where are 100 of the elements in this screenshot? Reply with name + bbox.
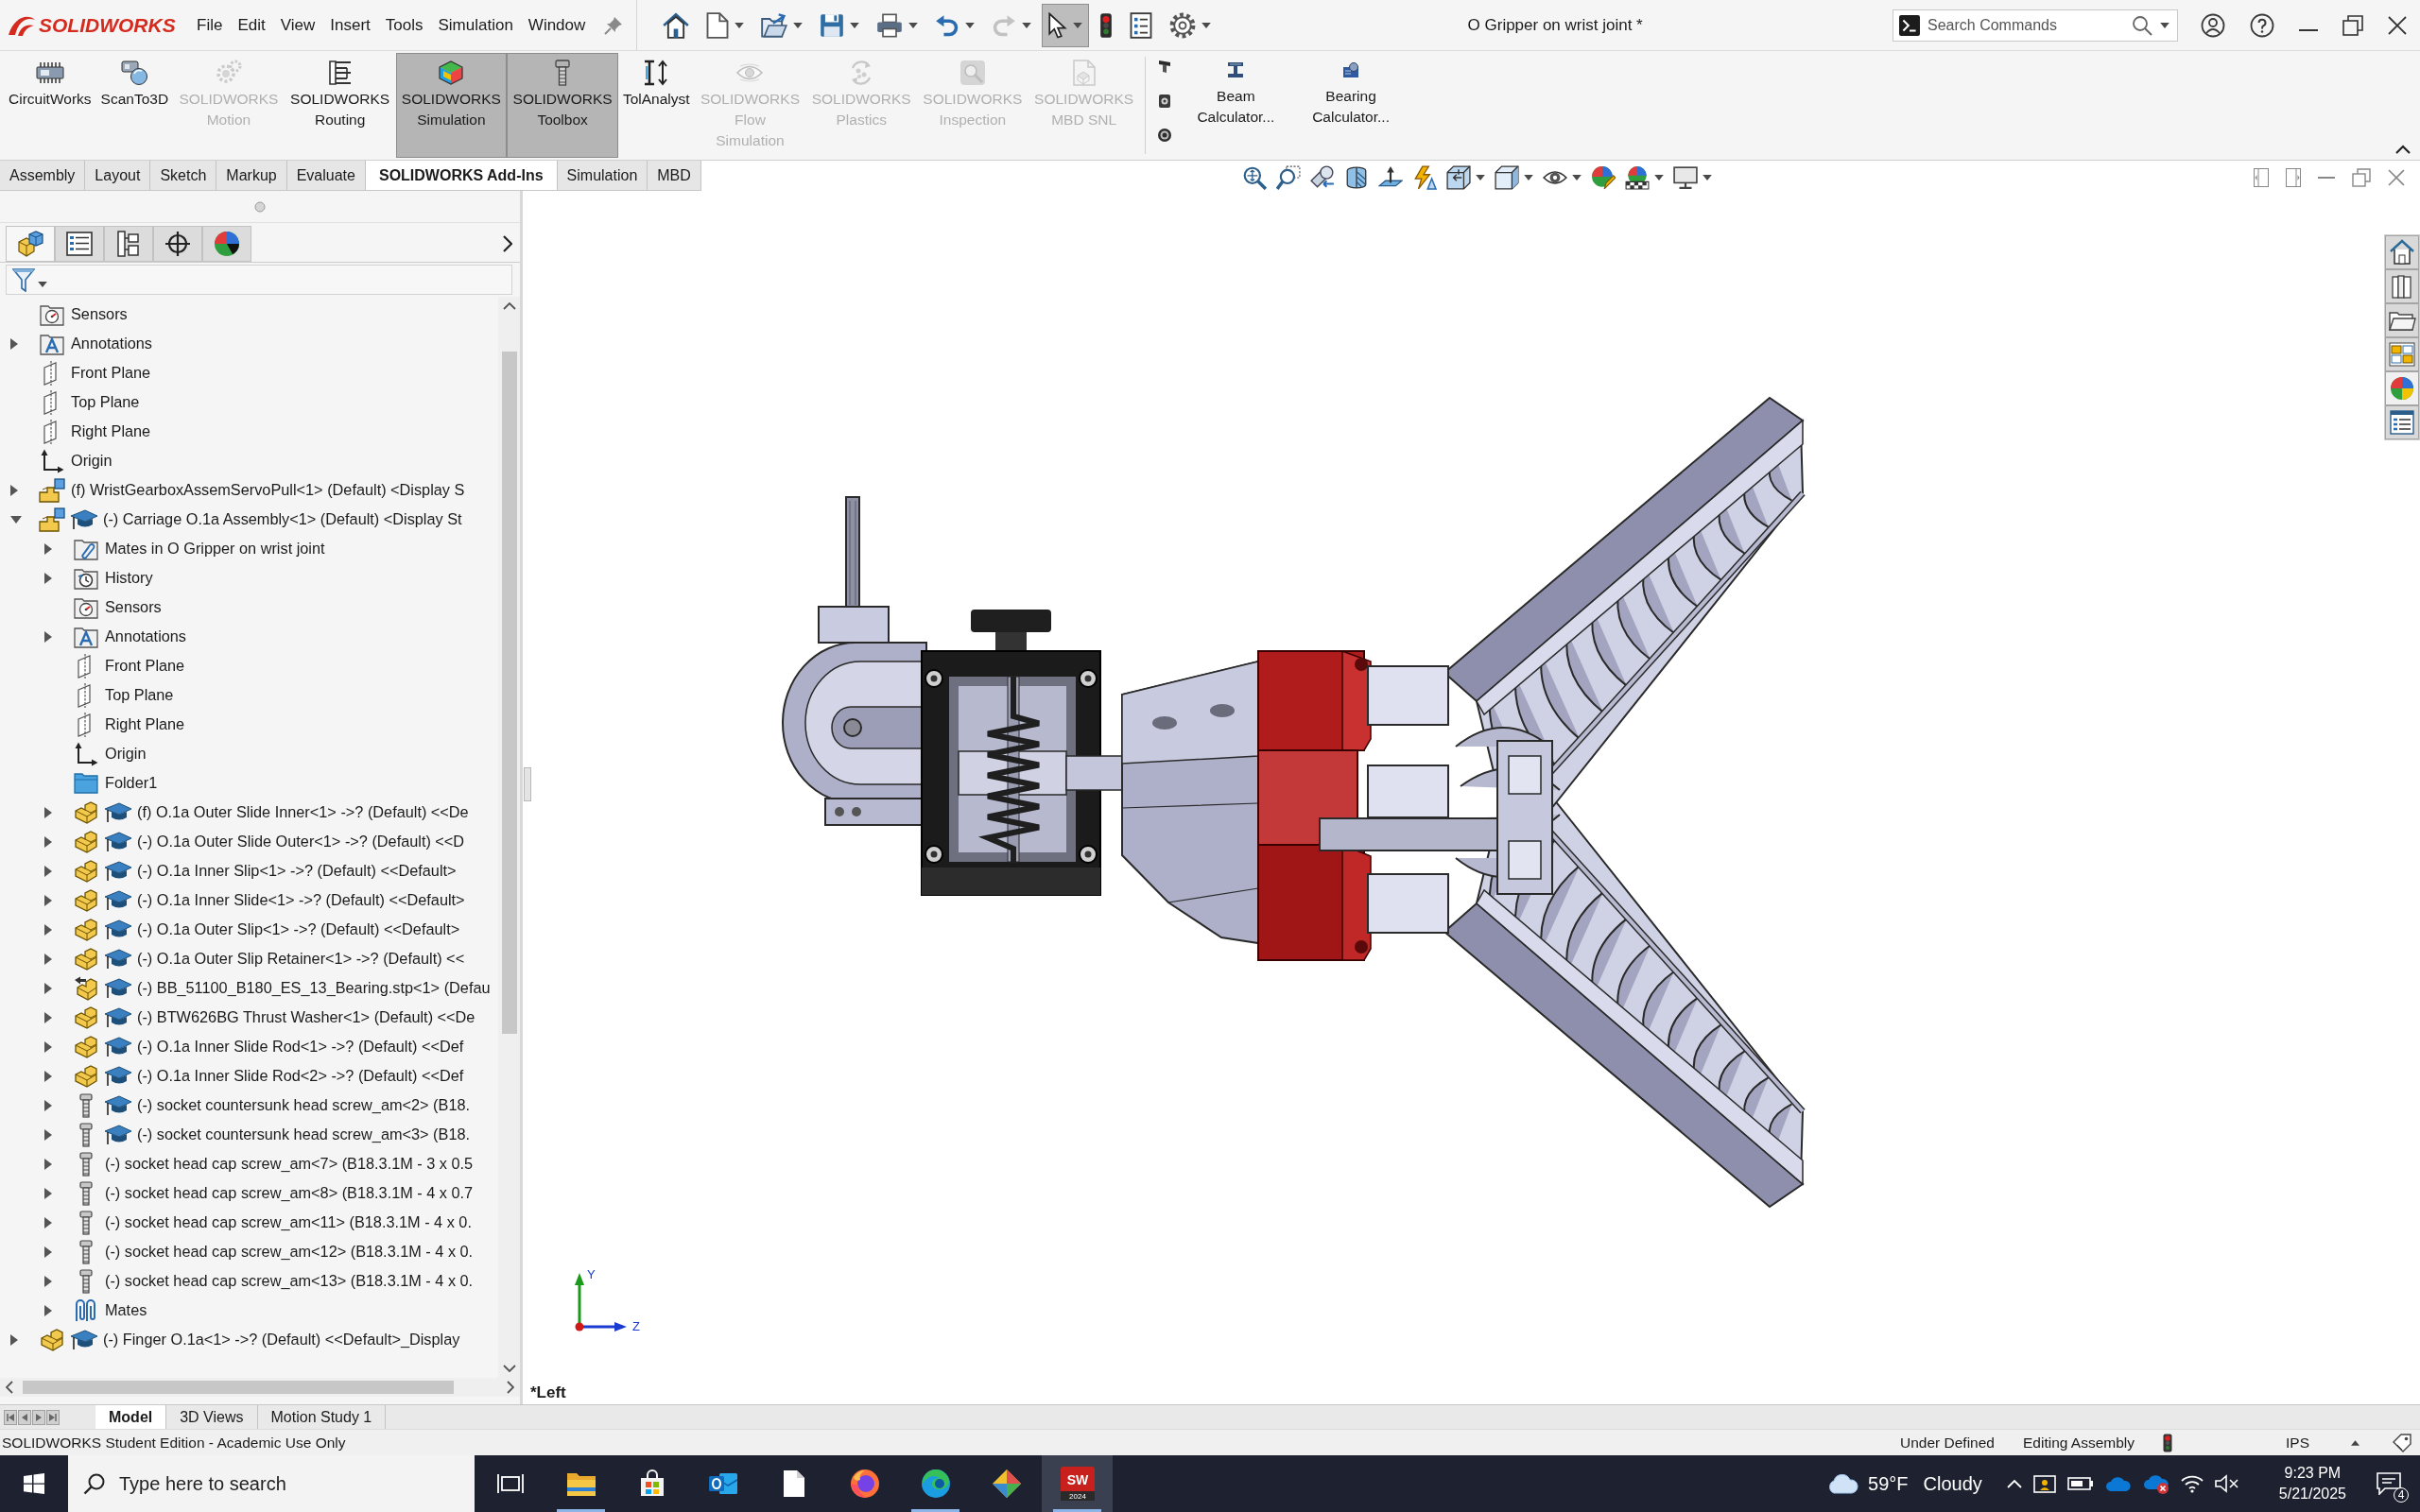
expand-arrow-icon[interactable] [44, 1216, 52, 1228]
add-in-button[interactable]: SOLIDWORKS Routing [284, 53, 396, 158]
expand-arrow-icon[interactable] [44, 806, 52, 818]
help-icon[interactable] [2250, 12, 2274, 38]
wifi-icon[interactable] [2180, 1474, 2204, 1493]
display-cube-icon[interactable] [1495, 165, 1520, 190]
toolbar-button[interactable] [1042, 3, 1090, 47]
search-input[interactable]: Type here to search [119, 1470, 475, 1497]
expand-arrow-icon[interactable] [44, 630, 52, 643]
expand-arrow-icon[interactable] [44, 1099, 52, 1111]
menu-item[interactable]: Insert [322, 10, 378, 40]
ring-icon[interactable] [1157, 128, 1173, 143]
expand-arrow-icon[interactable] [10, 1333, 18, 1346]
tree-item[interactable]: (-) O.1a Outer Slip Retainer<1> ->? (Default) << [136, 948, 466, 970]
panel-tab[interactable] [153, 226, 202, 262]
expand-arrow-icon[interactable] [44, 1040, 52, 1053]
tree-item[interactable]: (-) O.1a Outer Slip<1> ->? (Default) <<Default> [136, 919, 461, 940]
scroll-down-icon[interactable] [502, 1365, 516, 1372]
menu-item[interactable]: Simulation [430, 10, 521, 40]
search-icon[interactable] [2132, 14, 2152, 36]
tree-item[interactable]: Right Plane [70, 421, 152, 442]
clock-time[interactable]: 9:23 PM [2284, 1463, 2342, 1484]
search-field[interactable]: Search Commands [1893, 9, 2178, 42]
tree-item[interactable]: (f) O.1a Outer Slide Inner<1> ->? (Default) <<De [136, 801, 470, 823]
expand-arrow-icon[interactable] [44, 865, 52, 877]
tree-item[interactable]: (-) O.1a Inner Slip<1> ->? (Default) <<Default> [136, 860, 458, 882]
splitter-handle[interactable] [524, 767, 531, 801]
t-beam-icon[interactable] [1157, 59, 1173, 74]
units-selector[interactable]: IPS [2286, 1434, 2309, 1452]
tree-item[interactable]: Right Plane [104, 713, 186, 735]
tree-item[interactable]: Origin [70, 450, 113, 472]
chevron-right-icon[interactable] [503, 235, 512, 252]
books-icon[interactable] [2385, 269, 2419, 303]
panel-tab[interactable] [202, 226, 251, 262]
expand-arrow-icon[interactable] [44, 1187, 52, 1199]
scrollbar-thumb[interactable] [501, 352, 517, 1034]
menu-item[interactable]: File [189, 10, 231, 40]
pin-icon[interactable] [604, 15, 624, 35]
expand-arrow-icon[interactable] [44, 1304, 52, 1316]
tree-item[interactable]: Front Plane [70, 362, 152, 384]
minimize-icon[interactable] [2299, 29, 2318, 32]
expand-arrow-icon[interactable] [44, 923, 52, 936]
scrollbar-thumb[interactable] [23, 1381, 454, 1394]
window-person-icon[interactable] [2032, 1473, 2056, 1494]
home-icon[interactable] [2385, 235, 2419, 269]
sphere-pencil-icon[interactable] [1591, 165, 1616, 190]
tree-item[interactable]: History [104, 567, 154, 589]
tree-item[interactable]: Sensors [70, 303, 129, 325]
expand-arrow-icon[interactable] [44, 1275, 52, 1287]
step-forward-icon[interactable] [32, 1409, 45, 1425]
menu-item[interactable]: Tools [377, 10, 431, 40]
resize-grip-icon[interactable] [254, 200, 266, 213]
caret-icon[interactable] [2160, 22, 2169, 28]
caret-icon[interactable] [1524, 175, 1534, 180]
caret-icon[interactable] [1703, 175, 1713, 180]
view-cube-icon[interactable] [1446, 165, 1472, 190]
menu-item[interactable]: Window [520, 10, 594, 40]
expand-arrow-icon[interactable] [44, 1070, 52, 1082]
caret-icon[interactable] [1476, 175, 1486, 180]
tree-item[interactable]: Top Plane [104, 684, 175, 706]
tree-item[interactable]: Top Plane [70, 391, 141, 413]
expand-arrow-icon[interactable] [44, 1128, 52, 1141]
previous-view-icon[interactable] [1310, 165, 1336, 190]
tree-item[interactable]: (-) socket head cap screw_am<8> (B18.3.1M - 4 x 0.7 [104, 1182, 475, 1204]
filter-field[interactable] [6, 265, 512, 295]
zoom-area-icon[interactable] [1276, 165, 1302, 190]
expand-arrow-icon[interactable] [44, 982, 52, 994]
cloud-error-icon[interactable] [2142, 1473, 2169, 1494]
list-icon[interactable] [2385, 405, 2419, 439]
monitor-icon[interactable] [1673, 166, 1699, 189]
caret-icon[interactable] [1654, 175, 1665, 180]
eye-icon[interactable] [1543, 169, 1568, 186]
expand-arrow-icon[interactable] [44, 572, 52, 584]
tree-item[interactable]: (-) O.1a Inner Slide Rod<2> ->? (Default) <<Def [136, 1065, 465, 1087]
taskbar-button[interactable]: SW 2024 [1042, 1455, 1113, 1512]
tree-item[interactable]: (-) socket countersunk head screw_am<2> (B18. [136, 1094, 472, 1116]
user-icon[interactable] [2201, 12, 2225, 38]
tab[interactable]: SOLIDWORKS Add-Ins [365, 161, 558, 190]
tree-item[interactable]: (-) O.1a Inner Slide Rod<1> ->? (Default) <<Def [136, 1036, 465, 1057]
panel-tab[interactable] [55, 226, 104, 262]
expand-arrow-icon[interactable] [44, 542, 52, 555]
caret-up-icon[interactable] [2351, 1439, 2360, 1446]
expand-arrow-icon[interactable] [44, 1158, 52, 1170]
temperature-text[interactable]: 59°F [1868, 1472, 1909, 1495]
clock-date[interactable]: 5/21/2025 [2278, 1484, 2346, 1504]
speaker-muted-icon[interactable] [2214, 1474, 2239, 1493]
expand-arrow-icon[interactable] [44, 1011, 52, 1023]
restore-icon[interactable] [2342, 14, 2363, 36]
tile-left-icon[interactable] [2254, 168, 2269, 187]
lightning-icon[interactable] [1412, 165, 1438, 190]
menu-item[interactable]: Edit [230, 10, 273, 40]
tree-item[interactable]: (-) socket head cap screw_am<7> (B18.3.1M - 3 x 0.5 [104, 1153, 475, 1175]
tree-item[interactable]: (-) BB_51100_B180_ES_13_Bearing.stp<1> (Defau [136, 977, 492, 999]
add-in-button[interactable]: TolAnalyst [617, 53, 695, 158]
vertical-scrollbar[interactable] [498, 297, 520, 1378]
chevron-up-icon[interactable] [2395, 145, 2411, 154]
menu-item[interactable]: View [272, 10, 323, 40]
battery-icon[interactable] [2066, 1475, 2094, 1492]
zoom-to-fit-icon[interactable] [1242, 165, 1268, 190]
tree-item[interactable]: (-) O.1a Outer Slide Outer<1> ->? (Default) <<D [136, 831, 466, 852]
